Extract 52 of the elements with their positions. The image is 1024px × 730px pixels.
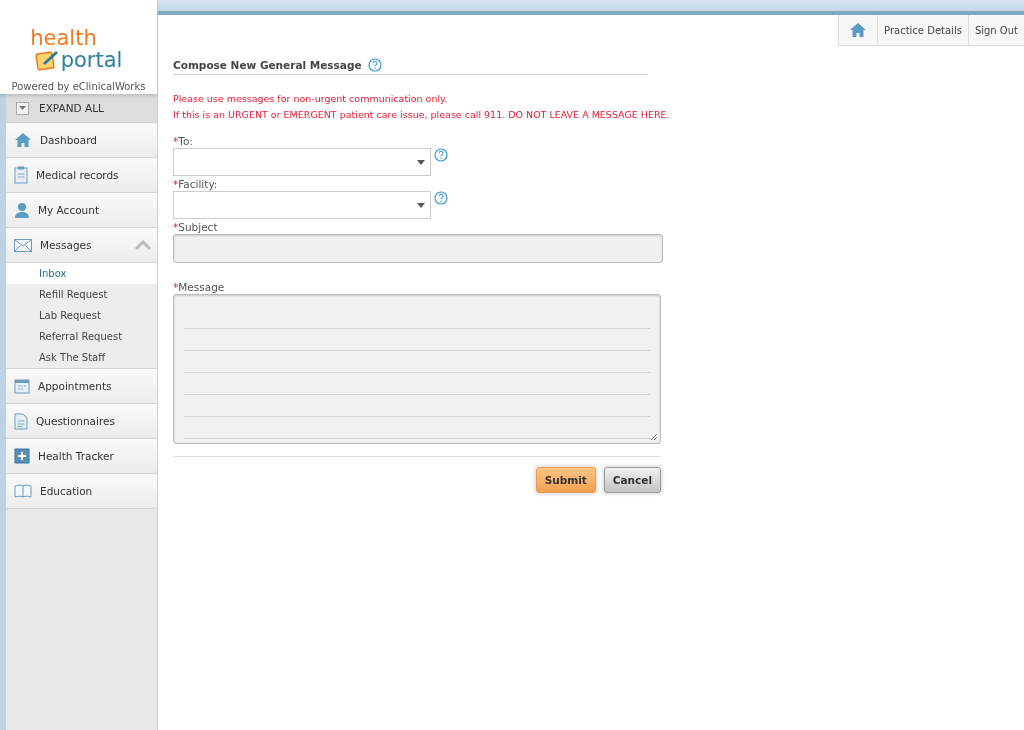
resize-grip-icon[interactable] bbox=[650, 433, 657, 440]
field-label: *Facility: bbox=[173, 178, 219, 191]
collapse-caret-icon[interactable] bbox=[135, 240, 151, 250]
nav-item[interactable]: Medical records bbox=[6, 158, 157, 193]
warning-text: Please use messages for non-urgent communication only. bbox=[173, 92, 448, 106]
nav-item[interactable]: Health Tracker bbox=[6, 439, 157, 474]
book-icon bbox=[14, 484, 32, 498]
nav-subitem[interactable]: Referral Request bbox=[6, 326, 157, 347]
warning-text: If this is an URGENT or EMERGENT patient care issue, please call 911. DO NOT LEAVE A MESSAGE HERE. bbox=[173, 108, 670, 122]
caret-icon bbox=[19, 106, 26, 110]
field-label: *Message bbox=[173, 281, 226, 294]
expand-all-label: EXPAND ALL bbox=[39, 102, 104, 114]
tracker-icon bbox=[14, 448, 30, 464]
input-field[interactable] bbox=[173, 234, 663, 263]
document-icon bbox=[14, 412, 28, 430]
submit-button[interactable]: Submit bbox=[535, 467, 596, 493]
logo-text: health bbox=[30, 27, 97, 49]
person-icon bbox=[14, 202, 30, 218]
nav-item[interactable]: Dashboard bbox=[6, 123, 157, 158]
clipboard-icon bbox=[14, 166, 28, 184]
nav-subitem[interactable]: Lab Request bbox=[6, 305, 157, 326]
dropdown-field[interactable] bbox=[173, 191, 431, 219]
nav-subitem[interactable]: Inbox bbox=[6, 263, 157, 284]
nav-item[interactable]: Appointments bbox=[6, 369, 157, 404]
expand-all-button[interactable]: EXPAND ALL bbox=[6, 94, 157, 123]
calendar-icon bbox=[14, 378, 30, 394]
clipboard-pen-icon bbox=[34, 49, 59, 71]
logo-text: portal bbox=[60, 49, 123, 71]
message-field[interactable] bbox=[173, 294, 661, 444]
help-icon[interactable] bbox=[434, 191, 448, 205]
top-link[interactable]: Sign Out bbox=[967, 15, 1024, 46]
nav-subitem[interactable]: Ask The Staff bbox=[6, 347, 157, 368]
nav-item[interactable]: Messages bbox=[6, 228, 157, 263]
form-title: Compose New General Message bbox=[173, 59, 362, 71]
nav-item[interactable]: Education bbox=[6, 474, 157, 509]
caret-icon bbox=[417, 203, 425, 208]
envelope-icon bbox=[14, 238, 32, 252]
dropdown-field[interactable] bbox=[173, 148, 431, 176]
field-label: *To: bbox=[173, 135, 194, 148]
house-icon bbox=[14, 132, 32, 148]
nav-subitem[interactable]: Refill Request bbox=[6, 284, 157, 305]
tagline: Powered by eClinicalWorks bbox=[11, 81, 146, 92]
field-label: *Subject bbox=[173, 221, 219, 234]
caret-icon bbox=[417, 160, 425, 165]
help-icon[interactable] bbox=[434, 148, 448, 162]
help-icon[interactable] bbox=[367, 58, 382, 72]
nav-item[interactable]: Questionnaires bbox=[6, 404, 157, 439]
cancel-button[interactable]: Cancel bbox=[603, 467, 661, 493]
top-link[interactable]: Practice Details bbox=[877, 15, 968, 46]
home-icon bbox=[849, 22, 868, 38]
home-button[interactable] bbox=[838, 15, 878, 46]
nav-item[interactable]: My Account bbox=[6, 193, 157, 228]
